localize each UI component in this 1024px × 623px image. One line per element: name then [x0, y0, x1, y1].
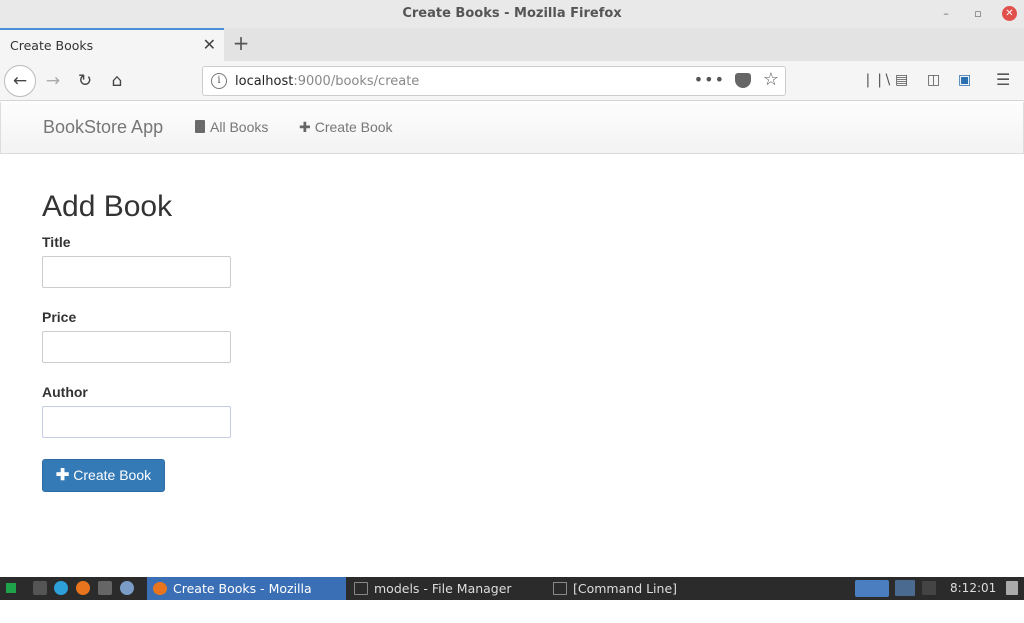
power-icon[interactable]: [1006, 581, 1018, 595]
tab-strip: Create Books ✕ +: [0, 28, 1024, 61]
firefox-launcher-icon[interactable]: [76, 581, 90, 595]
restore-button[interactable]: ▫: [968, 4, 988, 24]
page-title: Add Book: [42, 190, 173, 223]
app-navbar: BookStore App All Books ✚ Create Book: [0, 102, 1024, 154]
network-icon[interactable]: [895, 580, 915, 596]
extension-icon[interactable]: ▣: [958, 72, 971, 88]
navbar-brand[interactable]: BookStore App: [43, 117, 163, 138]
nav-create-book[interactable]: ✚ Create Book: [299, 119, 393, 136]
task-firefox-label: Create Books - Mozilla Firef...: [173, 581, 312, 619]
title-label: Title: [42, 234, 71, 250]
nav-create-book-label: Create Book: [314, 119, 393, 135]
page-actions-icon[interactable]: •••: [694, 70, 725, 89]
task-command-line-label: [Command Line]: [573, 581, 678, 596]
task-firefox[interactable]: Create Books - Mozilla Firef...: [147, 577, 346, 619]
reload-button[interactable]: ↻: [70, 66, 100, 96]
clock: 8:12:01: [950, 581, 997, 595]
nav-all-books[interactable]: All Books: [195, 119, 268, 135]
browser-toolbar: ← → ↻ ⌂ i localhost:9000/books/create ••…: [0, 61, 1024, 101]
task-file-manager[interactable]: models - File Manager: [348, 577, 538, 600]
title-input[interactable]: [42, 256, 231, 288]
create-book-button[interactable]: ✚ Create Book: [42, 459, 165, 492]
firefox-icon: [153, 582, 167, 595]
url-text: localhost:9000/books/create: [235, 74, 419, 89]
plus-icon: ✚: [299, 119, 311, 135]
home-folder-icon[interactable]: [98, 581, 112, 595]
pocket-icon[interactable]: [735, 73, 751, 88]
site-info-icon[interactable]: i: [211, 73, 227, 89]
show-desktop-icon[interactable]: [33, 581, 47, 595]
url-path: :9000/books/create: [293, 74, 420, 89]
author-label: Author: [42, 384, 88, 400]
create-book-button-label: Create Book: [73, 467, 152, 483]
forward-button[interactable]: →: [38, 66, 68, 96]
url-bar[interactable]: i localhost:9000/books/create ••• ☆: [202, 66, 786, 96]
task-file-manager-label: models - File Manager: [374, 581, 512, 596]
tab-create-books[interactable]: Create Books ✕: [0, 28, 224, 61]
task-command-line[interactable]: [Command Line]: [547, 577, 697, 600]
folder-icon: [354, 582, 368, 595]
price-label: Price: [42, 309, 77, 325]
sidebar-icon[interactable]: ◫: [927, 72, 940, 88]
url-host: localhost: [235, 74, 294, 89]
back-button[interactable]: ←: [4, 65, 36, 97]
tab-close-icon[interactable]: ✕: [203, 35, 216, 54]
home-button[interactable]: ⌂: [102, 66, 132, 96]
library-icon[interactable]: ❘❘\: [862, 72, 890, 88]
menu-icon[interactable]: ☰: [996, 70, 1010, 89]
window-title: Create Books - Mozilla Firefox: [402, 6, 622, 21]
window-titlebar: Create Books - Mozilla Firefox – ▫ ✕: [0, 0, 1024, 28]
firefox-tray-icon[interactable]: [855, 580, 889, 597]
taskbar: Create Books - Mozilla Firef... models -…: [0, 577, 1024, 619]
bookmark-star-icon[interactable]: ☆: [763, 69, 779, 90]
nav-all-books-label: All Books: [210, 119, 269, 135]
price-input[interactable]: [42, 331, 231, 363]
settings-launcher-icon[interactable]: [120, 581, 134, 595]
telegram-icon[interactable]: [54, 581, 68, 595]
plus-icon: ✚: [55, 467, 70, 484]
minimize-button[interactable]: –: [936, 4, 956, 24]
reader-icon[interactable]: ▤: [895, 72, 908, 88]
start-menu-icon[interactable]: [6, 583, 16, 593]
new-tab-button[interactable]: +: [230, 31, 252, 57]
tab-label: Create Books: [10, 38, 94, 53]
create-book-form: Add Book Title Price Author ✚ Create Book: [42, 190, 442, 492]
close-window-button[interactable]: ✕: [1002, 6, 1017, 21]
book-icon: [195, 120, 205, 133]
author-input[interactable]: [42, 406, 231, 438]
terminal-icon: [553, 582, 567, 595]
volume-icon[interactable]: [922, 581, 936, 595]
